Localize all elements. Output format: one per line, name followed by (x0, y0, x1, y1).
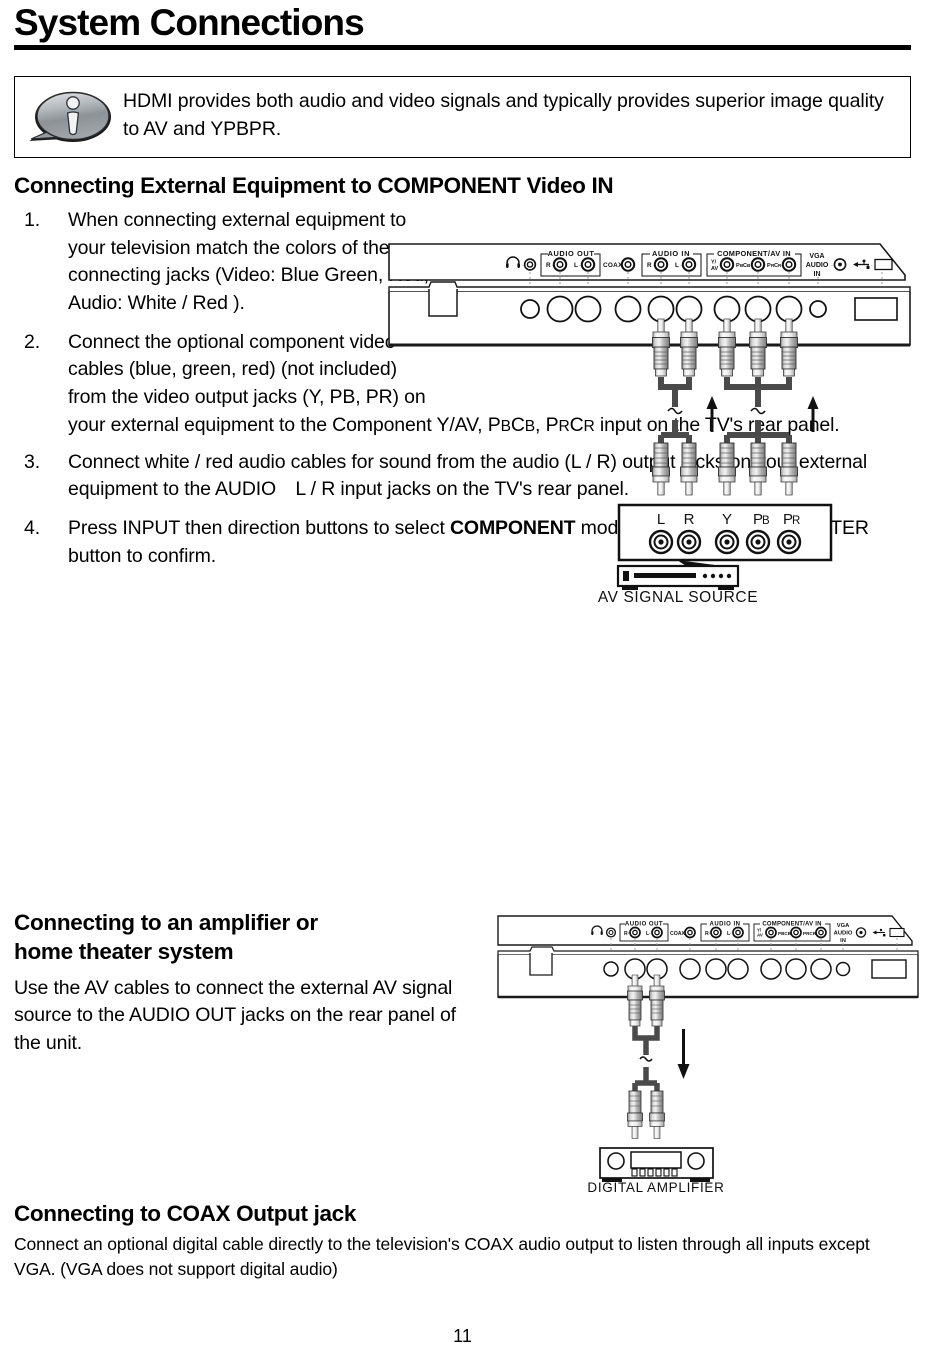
section-heading-coax: Connecting to COAX Output jack (14, 1201, 356, 1226)
diagram-caption: AV SIGNAL SOURCE (598, 589, 758, 604)
svg-text:AV: AV (711, 266, 718, 272)
svg-text:L: L (675, 262, 679, 269)
svg-text:L·: L· (727, 931, 732, 937)
svg-text:AUDIO OUT: AUDIO OUT (625, 922, 663, 928)
svg-text:·: · (579, 263, 581, 269)
usb-port-upper-2 (889, 927, 905, 938)
title-divider (14, 45, 911, 50)
svg-text:·: · (871, 263, 873, 269)
cable-break-audio-out (639, 1056, 653, 1062)
svg-text:L: L (657, 511, 665, 528)
digital-amplifier-device (599, 1147, 714, 1182)
list-number: 3. (24, 450, 40, 473)
page-title: System Connections (14, 2, 365, 43)
diagram-component-connection: · AUDIO OUT R · L · CO (385, 232, 920, 604)
svg-text:AUDIO IN: AUDIO IN (710, 922, 741, 928)
list-number: 4. (24, 516, 40, 539)
svg-text:AUDIO IN: AUDIO IN (652, 249, 690, 258)
jack-headphone (523, 258, 537, 271)
usb-port-lower (854, 297, 898, 321)
svg-text:R·: R· (624, 931, 630, 937)
section-coax: Connecting to COAX Output jack Connect a… (14, 1200, 914, 1283)
cable-plugs-bottom-2 (627, 1090, 665, 1139)
list-number: 1. (24, 209, 40, 231)
section-coax-body: Connect an optional digital cable direct… (14, 1234, 870, 1280)
svg-text:AUDIO OUT: AUDIO OUT (548, 249, 595, 258)
av-source-device (616, 560, 740, 590)
svg-text:R: R (684, 511, 695, 528)
av-source-panel: L R Y PB PR (617, 503, 833, 562)
list-number: 2. (24, 330, 40, 353)
document-page: System Connections HDMI provides both au… (0, 4, 925, 1365)
svg-text:Y: Y (722, 511, 732, 528)
usb-port-lower-2 (871, 959, 907, 979)
svg-text:AUDIO: AUDIO (834, 931, 853, 937)
svg-text:L·: L· (646, 931, 651, 937)
info-bubble-icon (23, 89, 119, 151)
note-text: HDMI provides both audio and video signa… (123, 90, 884, 141)
svg-text:Y/: Y/ (711, 260, 717, 266)
section-heading-amplifier-line2: home theater system (14, 938, 234, 964)
svg-text:B: B (762, 515, 770, 527)
svg-text:COMPONENT/AV IN: COMPONENT/AV IN (717, 249, 791, 258)
diagram-amplifier-connection: AUDIO OUT R· L· COAX· AUDIO IN R· L· COM… (494, 907, 925, 1192)
note-box: HDMI provides both audio and video signa… (14, 76, 911, 158)
svg-text:AUDIO: AUDIO (806, 262, 829, 269)
usb-port-upper (874, 258, 893, 271)
section-heading-component: Connecting External Equipment to COMPONE… (14, 173, 614, 198)
cable-break-component (750, 407, 766, 415)
direction-arrow-down (677, 1029, 690, 1079)
svg-text:R: R (546, 262, 551, 269)
svg-text:AV: AV (757, 933, 763, 938)
svg-text:VGA: VGA (809, 253, 824, 260)
direction-arrow (807, 396, 819, 432)
svg-text:·: · (831, 263, 833, 269)
svg-text:R: R (792, 515, 800, 527)
svg-text:·: · (680, 263, 682, 269)
svg-text:·: · (522, 263, 524, 269)
diagram-caption-2: DIGITAL AMPLIFIER (587, 1180, 724, 1192)
page-number: 11 (453, 1326, 472, 1346)
svg-text:IN: IN (814, 271, 821, 278)
section-heading-amplifier-line1: Connecting to an amplifier or (14, 910, 318, 935)
cable-plugs-bottom (652, 442, 798, 496)
svg-text:L: L (574, 262, 578, 269)
svg-text:R: R (647, 262, 652, 269)
svg-text:VGA: VGA (837, 923, 850, 929)
svg-text:R·: R· (705, 931, 711, 937)
section-amplifier-body: Use the AV cables to connect the externa… (14, 976, 456, 1054)
svg-text:COMPONENT/AV IN: COMPONENT/AV IN (762, 922, 821, 928)
cable-break-audio (667, 407, 683, 415)
direction-arrow (706, 396, 718, 432)
section-amplifier: Connecting to an amplifier or home theat… (14, 909, 484, 1058)
jack-headphone-2 (605, 927, 617, 938)
